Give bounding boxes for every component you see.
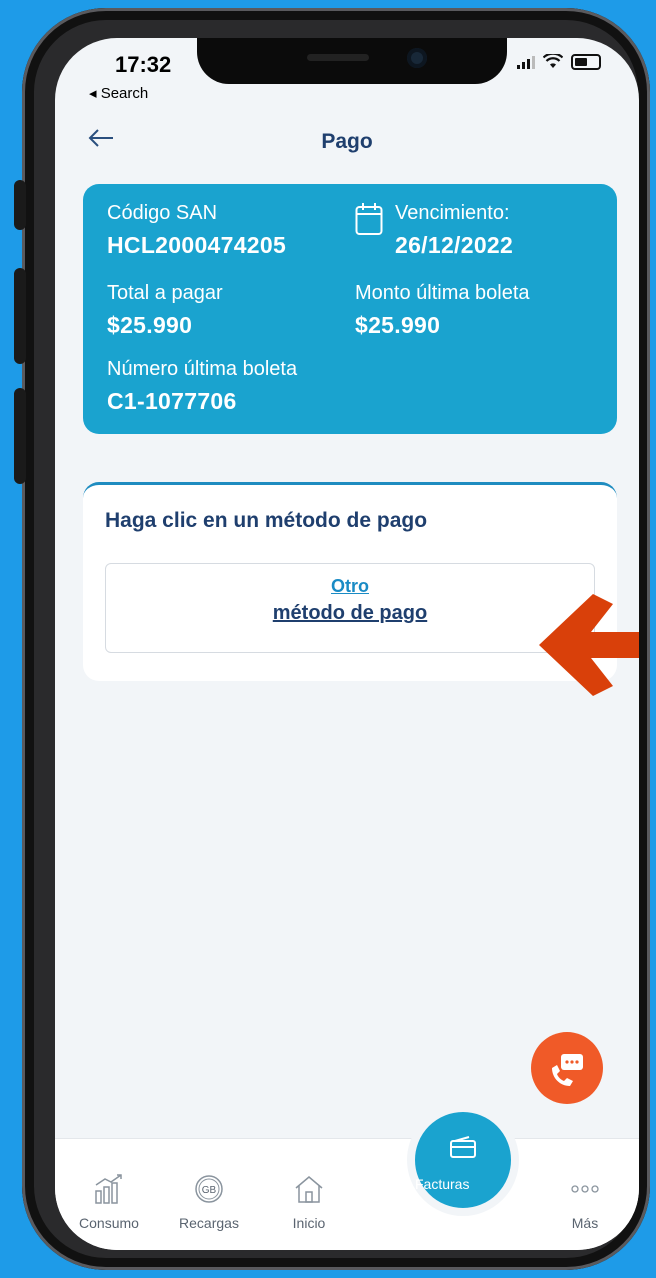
chart-icon: [95, 1174, 122, 1204]
signal-icon: [517, 55, 535, 69]
code-value: HCL2000474205: [107, 232, 287, 258]
tab-label: Más: [571, 1215, 599, 1231]
battery-icon: [571, 54, 601, 70]
invoice-label: Número última boleta: [107, 358, 298, 380]
home-icon: [295, 1176, 323, 1203]
total-value: $25.990: [107, 312, 193, 338]
wifi-icon: [543, 54, 563, 68]
due-label: Vencimiento:: [395, 202, 510, 224]
tab-label: Consumo: [79, 1215, 139, 1231]
card-icon: [450, 1136, 476, 1158]
status-time: 17:32: [115, 52, 172, 77]
last-amount-value: $25.990: [355, 312, 441, 338]
gb-icon: GB: [195, 1175, 223, 1203]
due-value: 26/12/2022: [395, 232, 514, 258]
other-payment-method-button[interactable]: Otro método de pago: [105, 563, 595, 653]
invoice-value: C1-1077706: [107, 388, 237, 414]
side-button-mute: [14, 180, 26, 230]
calendar-icon: [355, 203, 383, 235]
tab-inicio[interactable]: Inicio: [259, 1139, 359, 1250]
page-title: Pago: [321, 130, 373, 153]
camera: [407, 48, 427, 68]
tab-label: Recargas: [179, 1215, 239, 1231]
last-amount-label: Monto última boleta: [355, 282, 530, 304]
payment-method-card: Haga clic en un método de pago Otro méto…: [83, 482, 617, 681]
tab-label: Facturas: [415, 1176, 470, 1192]
phone-chat-icon: [552, 1054, 583, 1086]
status-icons: [517, 54, 601, 70]
bottom-tab-bar: Consumo GB Recargas Inicio Más: [55, 1138, 639, 1250]
screen: 17:32 ◂ Search Pago Código SAN HCL200047…: [55, 38, 639, 1250]
other-payment-line2: método de pago: [272, 602, 428, 624]
account-summary-card: Código SAN HCL2000474205 Vencimiento: 26…: [83, 184, 617, 434]
tab-consumo[interactable]: Consumo: [59, 1139, 159, 1250]
other-payment-line1: Otro: [331, 576, 369, 596]
tab-recargas[interactable]: GB Recargas: [159, 1139, 259, 1250]
payment-method-title: Haga clic en un método de pago: [105, 509, 428, 532]
tab-label: Inicio: [292, 1215, 326, 1231]
pointer-arrow-icon: [539, 594, 639, 696]
tab-mas[interactable]: Más: [535, 1139, 635, 1250]
code-label: Código SAN: [107, 202, 218, 224]
chat-support-button[interactable]: [531, 1032, 603, 1104]
back-to-search-link[interactable]: ◂ Search: [89, 84, 148, 102]
speaker: [307, 54, 369, 61]
svg-text:GB: GB: [202, 1185, 217, 1196]
side-button-volume-down: [14, 388, 26, 484]
more-icon: [571, 1185, 599, 1193]
tab-facturas[interactable]: Facturas: [407, 1104, 519, 1216]
notch: [197, 38, 507, 84]
side-button-volume-up: [14, 268, 26, 364]
total-label: Total a pagar: [107, 282, 223, 304]
